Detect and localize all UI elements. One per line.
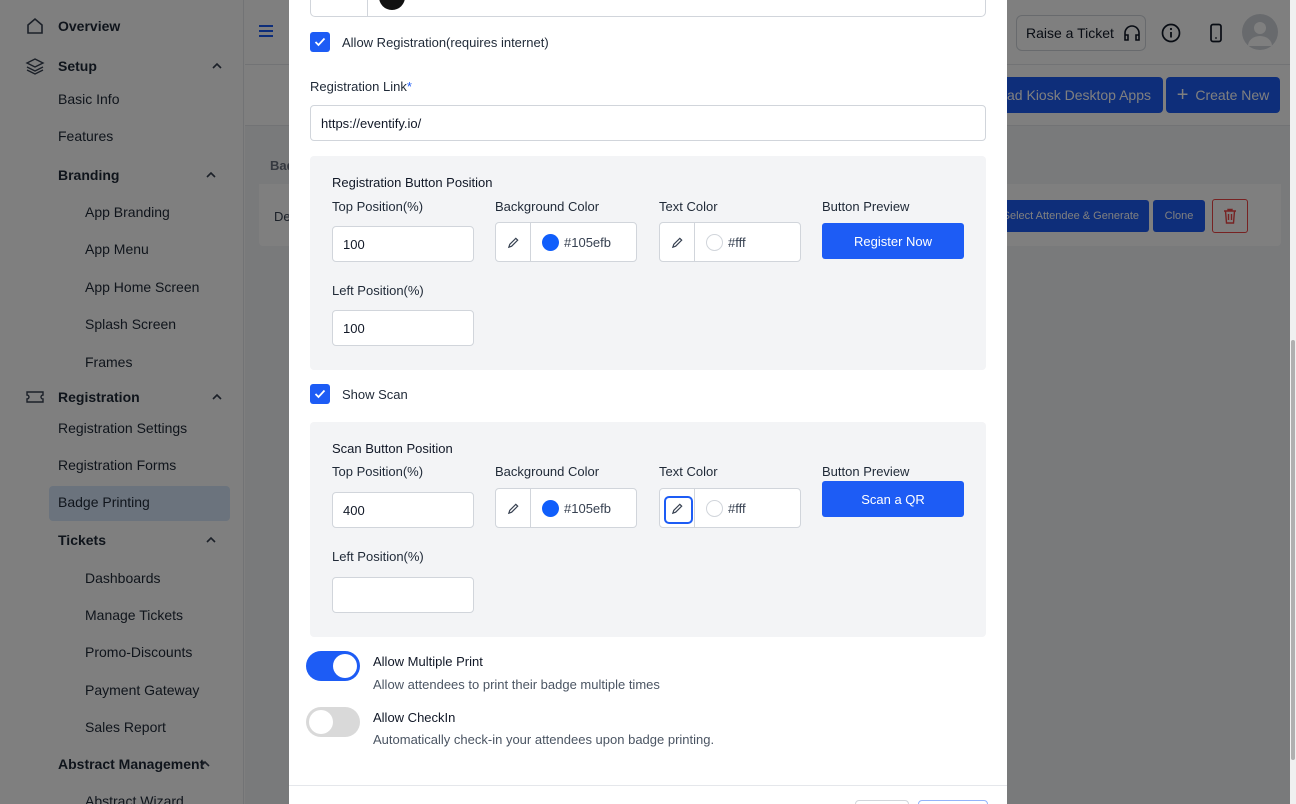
divider xyxy=(367,0,368,16)
color-swatch xyxy=(706,234,723,251)
allow-multiple-print-title: Allow Multiple Print xyxy=(373,654,483,669)
color-swatch xyxy=(379,0,405,10)
show-scan-checkbox[interactable] xyxy=(310,384,330,404)
background-color-label: Background Color xyxy=(495,199,600,214)
color-swatch xyxy=(706,500,723,517)
register-now-preview-button: Register Now xyxy=(822,223,964,259)
required-mark: * xyxy=(406,79,412,94)
left-position-label: Left Position(%) xyxy=(332,283,424,298)
scan-left-position-input[interactable] xyxy=(332,577,474,613)
check-icon xyxy=(314,389,326,399)
check-icon xyxy=(314,37,326,47)
text-color-label: Text Color xyxy=(659,464,718,479)
color-swatch xyxy=(542,500,559,517)
scan-text-color-picker[interactable]: #fff xyxy=(659,488,801,528)
allow-checkin-title: Allow CheckIn xyxy=(373,710,456,725)
top-position-label: Top Position(%) xyxy=(332,199,424,214)
show-scan-label: Show Scan xyxy=(342,387,408,402)
preview-text: Scan a QR xyxy=(861,491,925,507)
toggle-knob xyxy=(333,654,357,678)
registration-button-position-panel: Registration Button Position Top Positio… xyxy=(310,156,986,370)
registration-bg-color-picker[interactable]: #105efb xyxy=(495,222,637,262)
badge-settings-modal: #000000 Allow Registration(requires inte… xyxy=(289,0,1007,804)
panel-title: Scan Button Position xyxy=(332,441,453,456)
cancel-button[interactable] xyxy=(855,800,909,804)
pencil-icon xyxy=(507,236,519,248)
scan-bg-color-picker[interactable]: #105efb xyxy=(495,488,637,528)
color-swatch xyxy=(542,234,559,251)
color-value: #fff xyxy=(728,501,746,516)
registration-link-input[interactable] xyxy=(310,105,986,141)
page-scrollbar-thumb[interactable] xyxy=(1291,340,1295,760)
registration-top-position-input[interactable] xyxy=(332,226,474,262)
preview-text: Register Now xyxy=(853,233,933,249)
pen-button[interactable] xyxy=(496,489,531,527)
color-value: #105efb xyxy=(564,235,611,250)
button-preview-label: Button Preview xyxy=(822,199,910,214)
allow-registration-label: Allow Registration(requires internet) xyxy=(342,35,549,50)
scan-top-position-input[interactable] xyxy=(332,492,474,528)
allow-registration-checkbox[interactable] xyxy=(310,32,330,52)
top-position-label: Top Position(%) xyxy=(332,464,424,479)
registration-link-label-text: Registration Link xyxy=(310,79,407,94)
modal-footer-divider xyxy=(289,785,1007,786)
text-color-label: Text Color xyxy=(659,199,718,214)
button-preview-label: Button Preview xyxy=(822,464,910,479)
background-color-label: Background Color xyxy=(495,464,600,479)
pen-button[interactable] xyxy=(660,489,695,527)
registration-text-color-picker[interactable]: #fff xyxy=(659,222,801,262)
pen-button[interactable] xyxy=(660,223,695,261)
save-button[interactable] xyxy=(918,800,988,804)
pencil-icon xyxy=(671,236,683,248)
pen-button[interactable] xyxy=(496,223,531,261)
panel-title: Registration Button Position xyxy=(332,175,493,190)
color-value: #fff xyxy=(728,235,746,250)
pencil-icon xyxy=(671,502,683,514)
toggle-knob xyxy=(309,710,333,734)
color-value: #000000 xyxy=(426,0,477,2)
pencil-icon xyxy=(507,502,519,514)
scan-button-position-panel: Scan Button Position Top Position(%) Bac… xyxy=(310,422,986,637)
allow-multiple-print-toggle[interactable] xyxy=(306,651,360,681)
color-picker-top[interactable]: #000000 xyxy=(310,0,986,17)
registration-left-position-input[interactable] xyxy=(332,310,474,346)
allow-checkin-toggle[interactable] xyxy=(306,707,360,737)
allow-checkin-desc: Automatically check-in your attendees up… xyxy=(373,732,715,747)
color-value: #105efb xyxy=(564,501,611,516)
scan-qr-preview-button: Scan a QR xyxy=(822,481,964,517)
left-position-label: Left Position(%) xyxy=(332,549,424,564)
allow-multiple-print-desc: Allow attendees to print their badge mul… xyxy=(373,677,660,692)
registration-link-label: Registration Link* xyxy=(310,79,412,94)
